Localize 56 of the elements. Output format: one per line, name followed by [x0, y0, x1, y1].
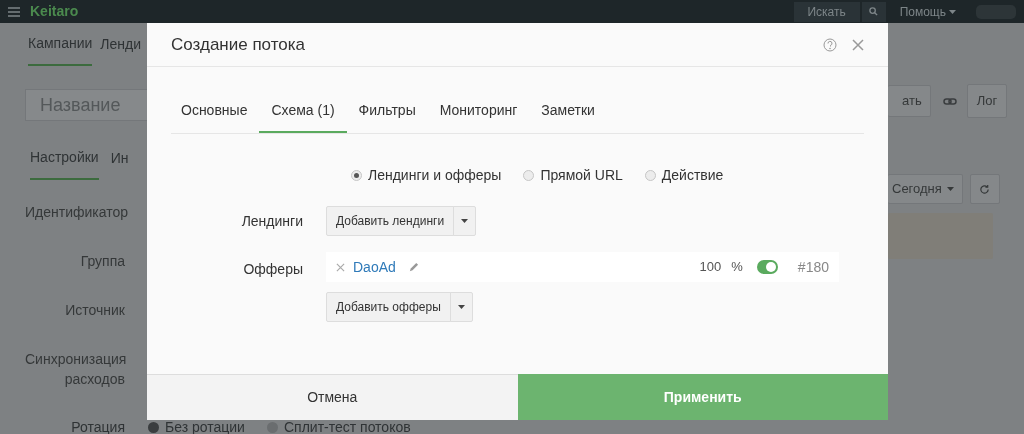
help-icon[interactable]: [823, 37, 837, 52]
radio-label: Прямой URL: [540, 166, 623, 185]
dropdown-toggle[interactable]: [453, 206, 477, 236]
field-label: Офферы: [242, 260, 304, 279]
offer-id: #180: [797, 257, 829, 277]
refresh-button[interactable]: [969, 174, 1000, 204]
modal-title: Создание потока: [171, 33, 305, 56]
radio-label: Сплит-тест потоков: [283, 420, 411, 434]
page-tab[interactable]: Ленди: [100, 33, 141, 66]
pencil-icon[interactable]: [407, 261, 419, 273]
link-icon[interactable]: [942, 97, 957, 105]
section-tab[interactable]: Ин: [110, 147, 129, 180]
radio-button[interactable]: [351, 170, 362, 181]
modal-tab[interactable]: Фильтры: [346, 100, 428, 133]
caret-icon: [946, 187, 954, 191]
page-tab[interactable]: Кампании: [28, 33, 93, 66]
radio-label: Лендинги и офферы: [368, 166, 502, 185]
search-button[interactable]: Искать: [793, 1, 860, 22]
radio-button[interactable]: [523, 170, 535, 181]
offer-link[interactable]: DaoAd: [353, 256, 396, 278]
radio-label: Без ротации: [165, 420, 245, 434]
section-tab[interactable]: Настройки: [30, 147, 99, 180]
field-label: Ротация: [70, 420, 125, 434]
add-landings-button[interactable]: Добавить лендинги: [326, 206, 455, 236]
brand-logo[interactable]: Keitaro: [30, 1, 79, 22]
modal-tab[interactable]: Схема (1): [259, 100, 347, 133]
remove-icon[interactable]: [336, 262, 345, 272]
field-label: Группа: [79, 252, 125, 271]
caret-icon: [457, 305, 465, 309]
caret-icon: [949, 9, 956, 14]
help-menu[interactable]: Помощь: [899, 2, 946, 21]
modal-tab[interactable]: Основные: [171, 100, 260, 133]
dropdown-toggle[interactable]: [449, 292, 473, 322]
toggle-switch[interactable]: [756, 260, 778, 274]
radio-button[interactable]: [644, 170, 656, 181]
save-button[interactable]: ать: [888, 85, 931, 117]
refresh-icon: [979, 183, 991, 195]
radio-label: Действие: [661, 166, 724, 185]
unit-label: %: [731, 258, 743, 277]
field-label: Лендинги: [240, 211, 304, 231]
modal-tab[interactable]: Мониторинг: [427, 100, 530, 133]
apply-button[interactable]: Применить: [517, 374, 888, 420]
field-label: Синхронизация расходов: [25, 350, 125, 389]
period-dropdown[interactable]: Сегодня: [888, 174, 963, 204]
close-icon[interactable]: [852, 38, 864, 51]
field-label: Источник: [64, 301, 125, 320]
menu-icon[interactable]: [8, 6, 20, 17]
radio-button[interactable]: [266, 421, 278, 433]
modal-tab[interactable]: Заметки: [529, 100, 607, 133]
log-button[interactable]: Лог: [966, 84, 1008, 118]
caret-icon: [461, 219, 469, 223]
add-offers-button[interactable]: Добавить офферы: [326, 292, 451, 322]
cancel-button[interactable]: Отмена: [147, 374, 518, 420]
radio-button[interactable]: [148, 421, 159, 433]
share-value[interactable]: 100: [699, 257, 722, 277]
search-icon[interactable]: [861, 1, 886, 22]
